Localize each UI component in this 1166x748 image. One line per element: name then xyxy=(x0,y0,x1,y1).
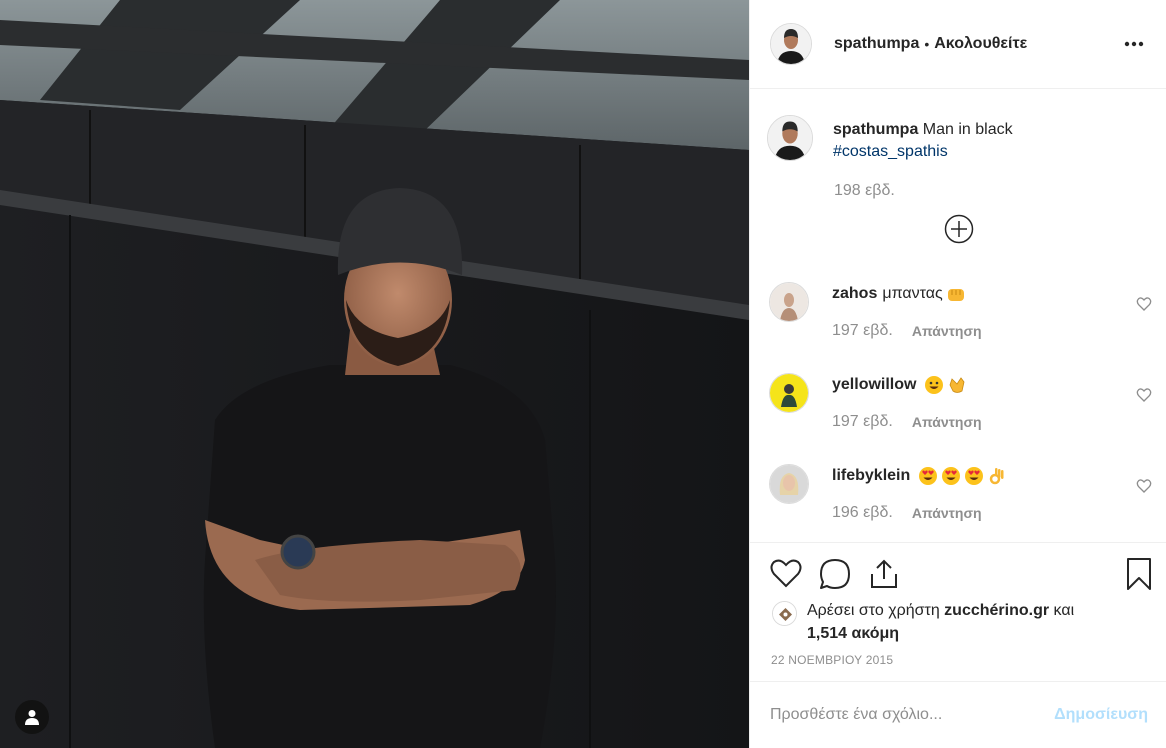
comment-item: yellowillow 197 εβδ. Απάντηση xyxy=(769,373,1152,431)
caption-text: spathumpa Man in black #costas_spathis xyxy=(833,119,1013,163)
caption-username[interactable]: spathumpa xyxy=(833,121,918,138)
save-button[interactable] xyxy=(1122,557,1156,591)
like-button[interactable] xyxy=(769,557,803,591)
commenter-avatar-image xyxy=(770,283,808,321)
post-date[interactable]: 22 ΝΟΕΜΒΡΙΟΥ 2015 xyxy=(771,653,893,667)
post-header: spathumpa • Ακολουθείτε xyxy=(750,0,1166,89)
load-more-comments-button[interactable] xyxy=(944,214,974,244)
heart-eyes-emoji-icon xyxy=(965,467,984,485)
photo-image xyxy=(0,0,749,748)
likes-count[interactable]: 1,514 ακόμη xyxy=(807,625,899,642)
likes-summary: Αρέσει στο χρήστη zucchérino.gr και 1,51… xyxy=(772,599,1074,645)
like-comment-heart-icon[interactable] xyxy=(1136,296,1152,312)
commenter-avatar-image xyxy=(770,465,808,503)
tagged-users-button[interactable] xyxy=(15,700,49,734)
ok-hand-emoji-icon xyxy=(990,468,1004,485)
add-comment-bar: Δημοσίευση xyxy=(750,681,1166,748)
comments-list[interactable]: spathumpa Man in black #costas_spathis 1… xyxy=(750,90,1166,542)
post-actions: Αρέσει στο χρήστη zucchérino.gr και 1,51… xyxy=(750,542,1166,681)
plus-circle-icon xyxy=(944,214,974,244)
caption: spathumpa Man in black #costas_spathis xyxy=(767,115,1013,163)
heart-icon xyxy=(770,559,802,588)
commenter-avatar[interactable] xyxy=(769,464,809,504)
user-icon xyxy=(25,710,39,725)
post-comment-button[interactable]: Δημοσίευση xyxy=(1054,706,1148,724)
commenter-username[interactable]: zahos xyxy=(832,282,877,306)
commenter-avatar[interactable] xyxy=(769,373,809,413)
more-options-button[interactable] xyxy=(1122,32,1146,56)
likes-joiner: και xyxy=(1053,602,1075,619)
likes-prefix: Αρέσει στο χρήστη xyxy=(807,602,940,619)
comment-timestamp[interactable]: 197 εβδ. xyxy=(832,322,893,340)
action-bar xyxy=(769,557,1151,591)
reply-button[interactable]: Απάντηση xyxy=(912,414,982,430)
reply-button[interactable]: Απάντηση xyxy=(912,323,982,339)
share-icon xyxy=(871,559,897,588)
separator-dot: • xyxy=(924,36,930,52)
caption-hashtag[interactable]: #costas_spathis xyxy=(833,141,1013,163)
author-avatar[interactable] xyxy=(770,23,812,65)
liker-username[interactable]: zucchérino.gr xyxy=(944,602,1049,619)
comment-item: zahos μπαντας 197 εβδ. Απάντηση xyxy=(769,282,1152,340)
comment-text: μπαντας xyxy=(882,285,943,302)
caption-timestamp[interactable]: 198 εβδ. xyxy=(834,182,895,200)
commenter-avatar-image xyxy=(770,374,808,412)
commenter-username[interactable]: yellowillow xyxy=(832,373,916,397)
caption-avatar[interactable] xyxy=(767,115,813,161)
heart-eyes-emoji-icon xyxy=(942,467,961,485)
smile-emoji-icon xyxy=(925,376,944,394)
follow-status-button[interactable]: Ακολουθείτε xyxy=(934,35,1027,53)
heart-eyes-emoji-icon xyxy=(919,467,938,485)
fist-emoji-icon xyxy=(947,289,964,301)
post-photo[interactable] xyxy=(0,0,749,748)
more-icon xyxy=(1124,41,1144,47)
comment-button[interactable] xyxy=(818,557,852,591)
liker-avatar-image xyxy=(773,602,796,625)
bookmark-icon xyxy=(1127,558,1151,590)
comment-item: lifebyklein 196 εβδ. Απάντηση xyxy=(769,464,1152,522)
author-username[interactable]: spathumpa xyxy=(834,35,919,53)
comment-bubble-icon xyxy=(820,559,850,589)
like-comment-heart-icon[interactable] xyxy=(1136,387,1152,403)
reply-button[interactable]: Απάντηση xyxy=(912,505,982,521)
share-button[interactable] xyxy=(867,557,901,591)
liker-avatar[interactable] xyxy=(772,601,797,626)
post-sidebar: spathumpa • Ακολουθείτε spathumpa Man in… xyxy=(749,0,1166,748)
commenter-avatar[interactable] xyxy=(769,282,809,322)
clap-emoji-icon xyxy=(950,377,965,393)
comment-timestamp[interactable]: 196 εβδ. xyxy=(832,504,893,522)
commenter-username[interactable]: lifebyklein xyxy=(832,464,910,488)
comment-timestamp[interactable]: 197 εβδ. xyxy=(832,413,893,431)
caption-body: Man in black xyxy=(922,121,1013,138)
caption-avatar-image xyxy=(768,116,812,160)
author-avatar-image xyxy=(771,24,811,64)
like-comment-heart-icon[interactable] xyxy=(1136,478,1152,494)
comment-input[interactable] xyxy=(770,706,1055,724)
